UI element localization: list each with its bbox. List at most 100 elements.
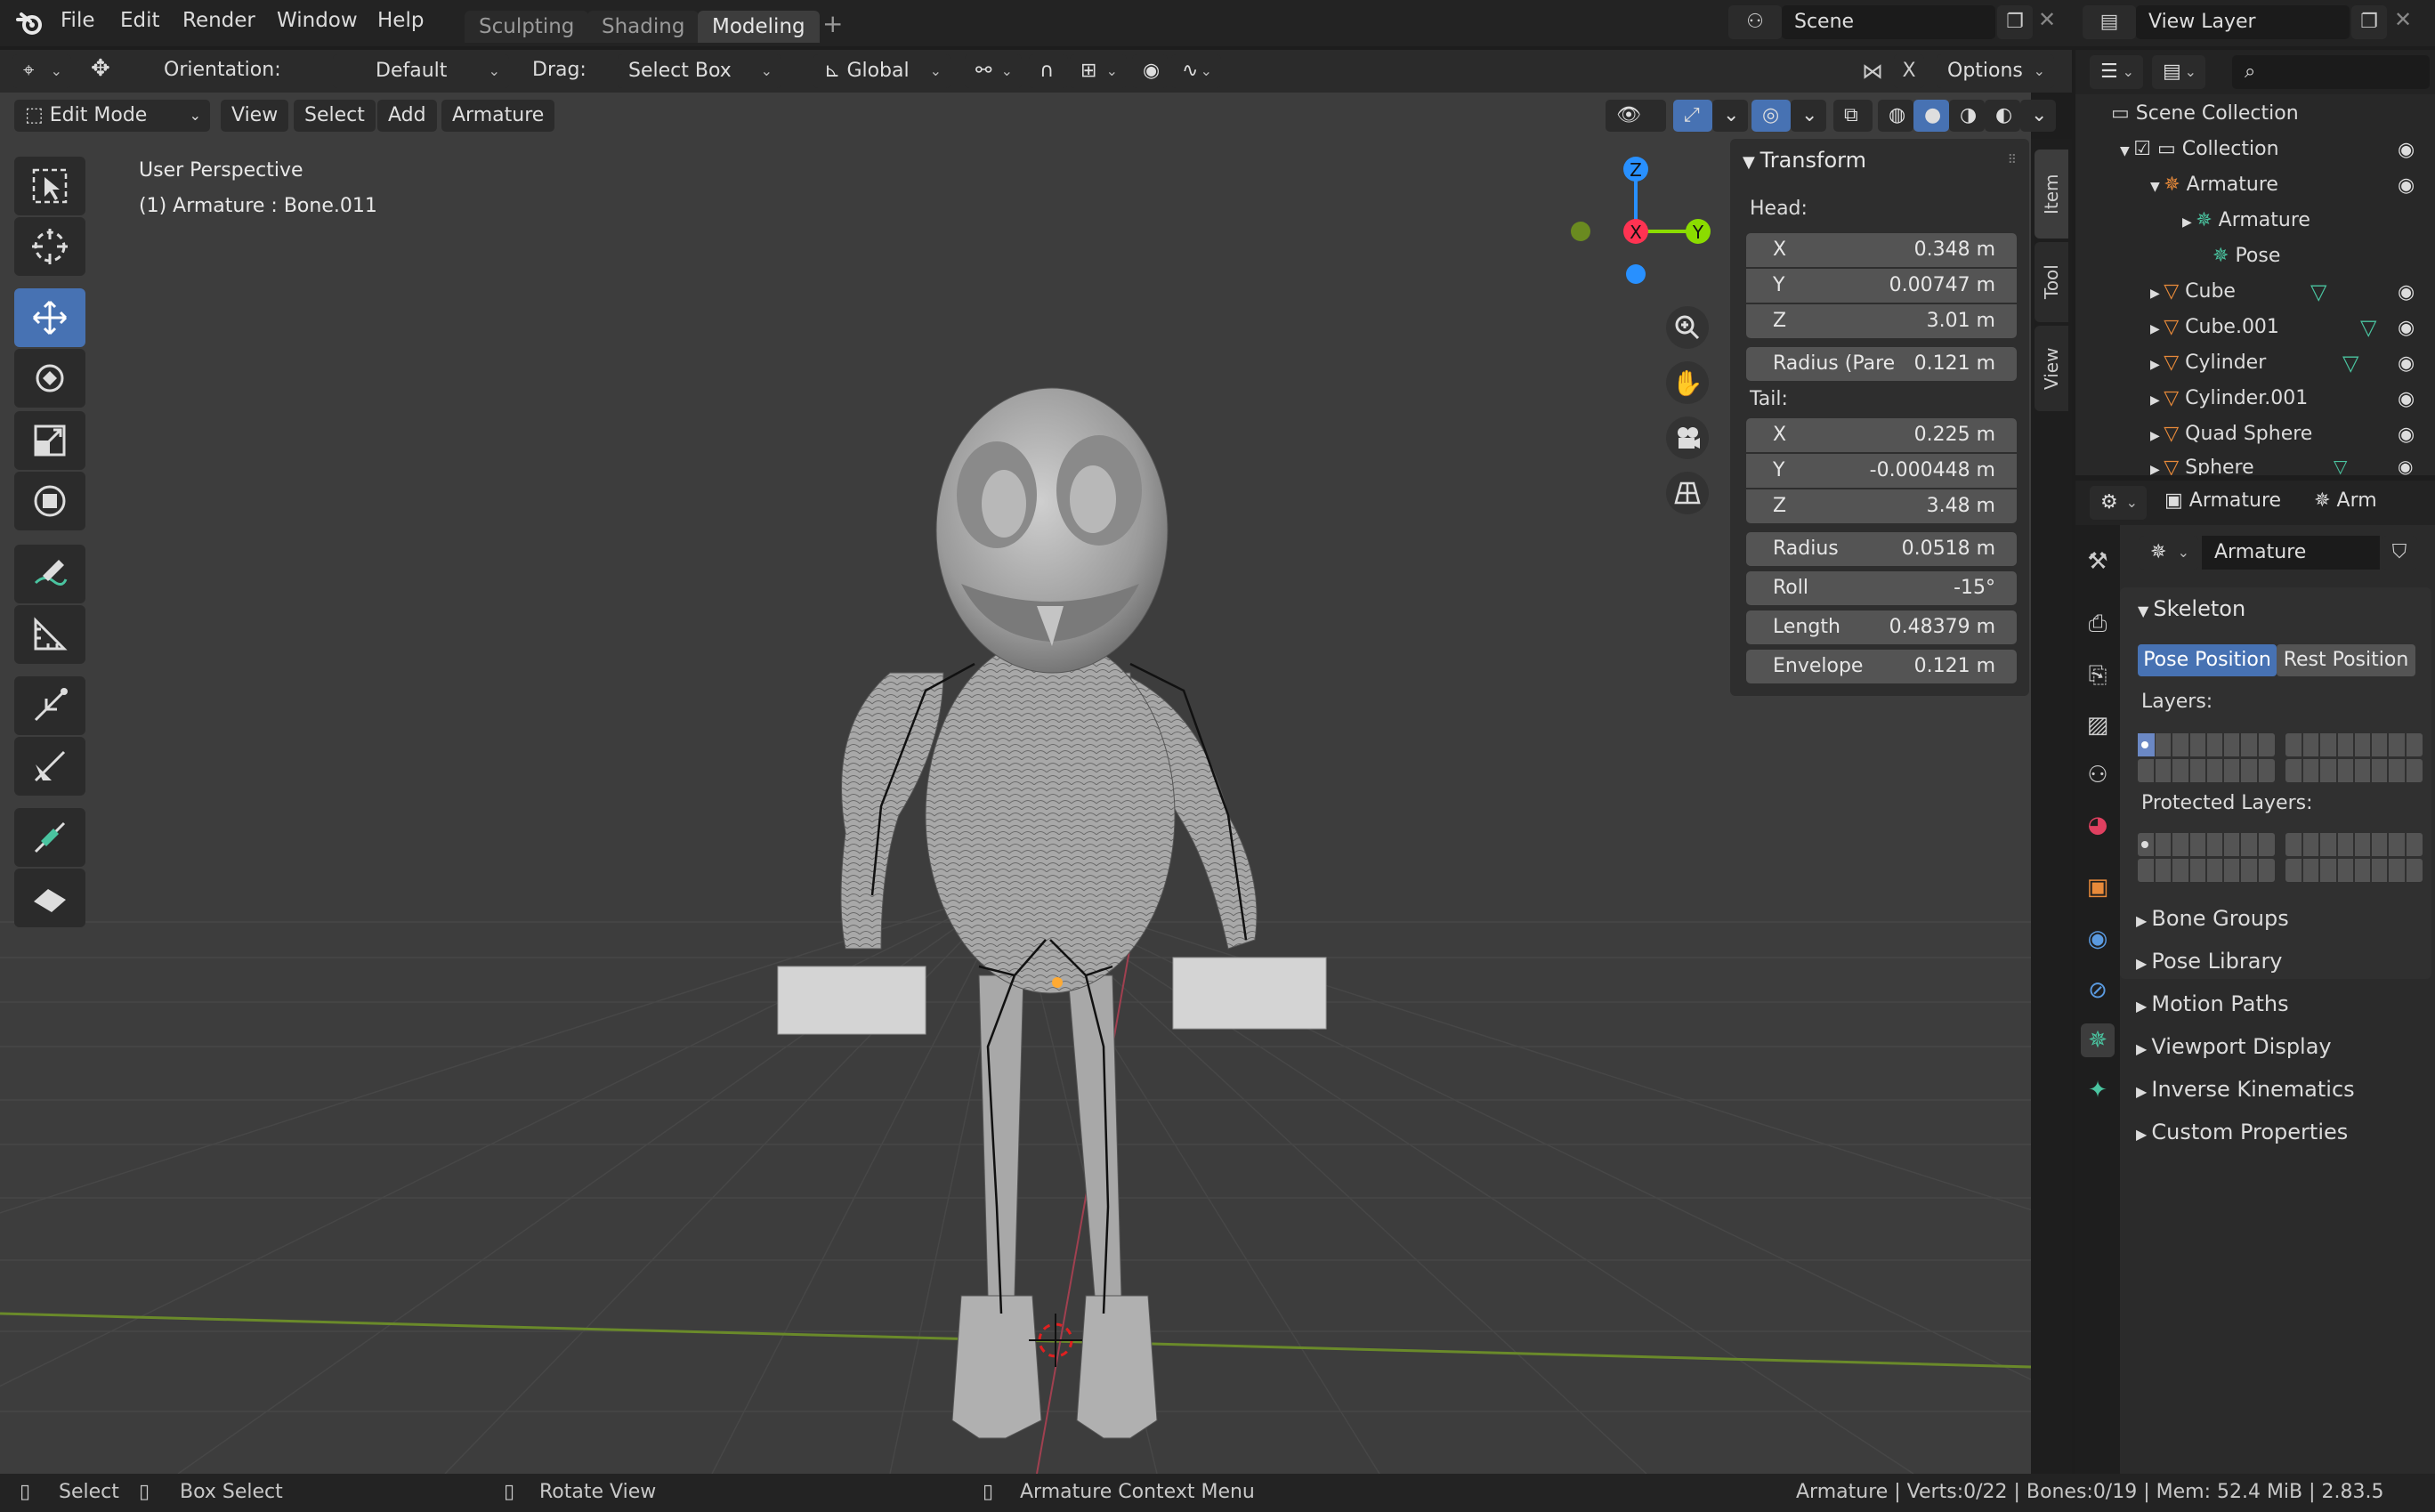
gizmo-dropdown[interactable]: ⌄ <box>1712 100 1748 132</box>
shading-wireframe-button[interactable]: ◍ <box>1878 100 1913 132</box>
overlay-dropdown[interactable]: ⌄ <box>1791 100 1826 132</box>
pan-button[interactable]: ✋ <box>1666 361 1709 404</box>
outliner-row-cylinder[interactable]: ▶ ▽ Cylinder <box>2150 345 2266 381</box>
outliner-editor-type-button[interactable]: ☰ ⌄ <box>2090 55 2143 89</box>
outliner-row-sphere[interactable]: ▶ ▽ Sphere <box>2150 450 2254 475</box>
menu-render[interactable]: Render <box>182 9 255 32</box>
custom-properties-panel[interactable]: ▶ Custom Properties <box>2136 1120 2348 1144</box>
snap-toggle-button[interactable]: ∩ <box>1029 54 1068 88</box>
scene-properties-tab[interactable]: ⚇ <box>2081 758 2115 792</box>
datablock-name-field[interactable]: Armature <box>2202 536 2380 570</box>
move-tool[interactable] <box>14 288 85 347</box>
visibility-eye-icon[interactable]: ◉ <box>2398 174 2415 197</box>
menu-add[interactable]: Add <box>377 100 437 132</box>
shading-solid-button[interactable]: ● <box>1913 100 1949 132</box>
head-y-field[interactable]: Y 0.00747 m <box>1746 269 2017 303</box>
visibility-eye-icon[interactable]: ◉ <box>2398 388 2415 410</box>
extrude-tool[interactable] <box>14 676 85 735</box>
visibility-eye-icon[interactable]: ◉ <box>2398 281 2415 303</box>
head-x-field[interactable]: X 0.348 m <box>1746 233 2017 267</box>
envelope-field[interactable]: Envelope 0.121 m <box>1746 650 2017 683</box>
menu-edit[interactable]: Edit <box>120 9 160 32</box>
menu-view[interactable]: View <box>221 100 289 132</box>
physics-properties-tab[interactable]: ◉ <box>2081 922 2115 956</box>
viewport-display-panel[interactable]: ▶ Viewport Display <box>2136 1034 2332 1059</box>
outliner-row-armature-data[interactable]: ▶ ✵ Armature <box>2182 203 2310 239</box>
view-layer-selector-button[interactable]: ▤ <box>2083 5 2136 39</box>
object-properties-tab[interactable]: ▣ <box>2081 870 2115 904</box>
head-z-field[interactable]: Z 3.01 m <box>1746 304 2017 338</box>
mesh-data-icon[interactable]: ▽ <box>2342 351 2358 376</box>
mode-dropdown[interactable]: ⬚ Edit Mode ⌄ <box>14 100 210 132</box>
motion-paths-panel[interactable]: ▶ Motion Paths <box>2136 991 2289 1016</box>
tab-view[interactable]: View <box>2035 326 2068 411</box>
gizmo-toggle-button[interactable]: ⤢ <box>1673 100 1712 132</box>
menu-armature[interactable]: Armature <box>441 100 555 132</box>
outliner-row-quad-sphere[interactable]: ▶ ▽ Quad Sphere <box>2150 416 2312 452</box>
visibility-dropdown[interactable]: 👁 <box>1606 100 1666 132</box>
menu-select[interactable]: Select <box>294 100 376 132</box>
drag-dropdown[interactable]: Select Box ⌄ <box>618 54 781 88</box>
shading-material-button[interactable]: ◑ <box>1949 100 1985 132</box>
transform-tool[interactable] <box>14 472 85 530</box>
3d-viewport[interactable]: Z X Y ✋ <box>0 50 2031 1474</box>
proportional-edit-button[interactable]: ◉ <box>1132 54 1168 88</box>
tail-y-field[interactable]: Y -0.000448 m <box>1746 454 2017 488</box>
visibility-eye-icon[interactable]: ◉ <box>2398 317 2415 339</box>
options-dropdown[interactable]: Options ⌄ <box>1937 54 2054 88</box>
new-scene-button[interactable]: ❐ <box>1997 5 2033 39</box>
bone-groups-panel[interactable]: ▶ Bone Groups <box>2136 906 2289 931</box>
snap-target-dropdown[interactable]: ⊞ ⌄ <box>1070 54 1127 88</box>
menu-window[interactable]: Window <box>277 9 358 32</box>
output-properties-tab[interactable]: ⎘ <box>2081 659 2115 692</box>
protected-layers-grid[interactable] <box>2138 833 2423 883</box>
tail-x-field[interactable]: X 0.225 m <box>1746 418 2017 452</box>
tab-modeling[interactable]: Modeling <box>698 11 820 43</box>
fake-user-button[interactable]: ⛉ <box>2382 536 2417 570</box>
shading-rendered-button[interactable]: ◐ <box>1985 100 2020 132</box>
head-radius-field[interactable]: Radius (Pare 0.121 m <box>1746 347 2017 381</box>
rest-position-button[interactable]: Rest Position <box>2277 644 2415 676</box>
zoom-button[interactable] <box>1666 306 1709 349</box>
visibility-eye-icon[interactable]: ◉ <box>2398 352 2415 375</box>
mesh-data-icon[interactable]: ▽ <box>2334 456 2347 477</box>
outliner-row-collection[interactable]: ▼ ☑ ▭ Collection <box>2120 132 2279 167</box>
rotate-tool[interactable] <box>14 349 85 408</box>
checkbox-icon[interactable]: ☑ <box>2133 138 2157 160</box>
transform-orientation-dropdown[interactable]: ⊾ Global ⌄ <box>813 54 951 88</box>
cursor-tool[interactable] <box>14 217 85 276</box>
tab-sculpting[interactable]: Sculpting <box>465 11 589 43</box>
bone-properties-tab[interactable]: ✦ <box>2081 1073 2115 1107</box>
blender-logo-icon[interactable] <box>16 9 44 37</box>
tail-z-field[interactable]: Z 3.48 m <box>1746 489 2017 523</box>
skeleton-panel-header[interactable]: ▼ Skeleton <box>2138 596 2245 621</box>
length-field[interactable]: Length 0.48379 m <box>1746 610 2017 644</box>
scene-name-field[interactable]: Scene <box>1782 5 1995 39</box>
pose-library-panel[interactable]: ▶ Pose Library <box>2136 949 2283 974</box>
menu-help[interactable]: Help <box>377 9 424 32</box>
shading-dropdown[interactable]: ⌄ <box>2020 100 2056 132</box>
layers-grid[interactable] <box>2138 733 2423 783</box>
mesh-data-icon[interactable]: ▽ <box>2310 279 2326 304</box>
outliner-search-input[interactable]: ⌕ <box>2232 55 2430 89</box>
scene-selector-button[interactable]: ⚇ <box>1728 5 1782 39</box>
tab-item[interactable]: Item <box>2035 150 2068 239</box>
remove-view-layer-button[interactable]: ✕ <box>2394 7 2412 32</box>
outliner-row-armature[interactable]: ▼ ✵ Armature <box>2150 167 2278 203</box>
falloff-dropdown[interactable]: ∿ ⌄ <box>1171 54 1221 88</box>
data-browse-button[interactable]: ✵ ⌄ <box>2140 536 2198 570</box>
roll-field[interactable]: Roll -15° <box>1746 571 2017 605</box>
xray-toggle-button[interactable]: ⧉ <box>1833 100 1873 132</box>
pose-position-button[interactable]: Pose Position <box>2138 644 2277 676</box>
outliner-row-pose[interactable]: ✵ Pose <box>2213 239 2280 274</box>
measure-tool[interactable] <box>14 605 85 664</box>
scale-tool[interactable] <box>14 411 85 470</box>
menu-file[interactable]: File <box>61 9 95 32</box>
new-view-layer-button[interactable]: ❐ <box>2351 5 2387 39</box>
view-layer-properties-tab[interactable]: ▨ <box>2081 708 2115 742</box>
world-properties-tab[interactable]: ◕ <box>2081 808 2115 842</box>
display-mode-dropdown[interactable]: ▤ ⌄ <box>2152 55 2205 89</box>
editor-type-button[interactable]: ⌖ ⌄ <box>12 54 71 88</box>
remove-scene-button[interactable]: ✕ <box>2038 7 2056 32</box>
visibility-eye-icon[interactable]: ◉ <box>2398 424 2415 446</box>
